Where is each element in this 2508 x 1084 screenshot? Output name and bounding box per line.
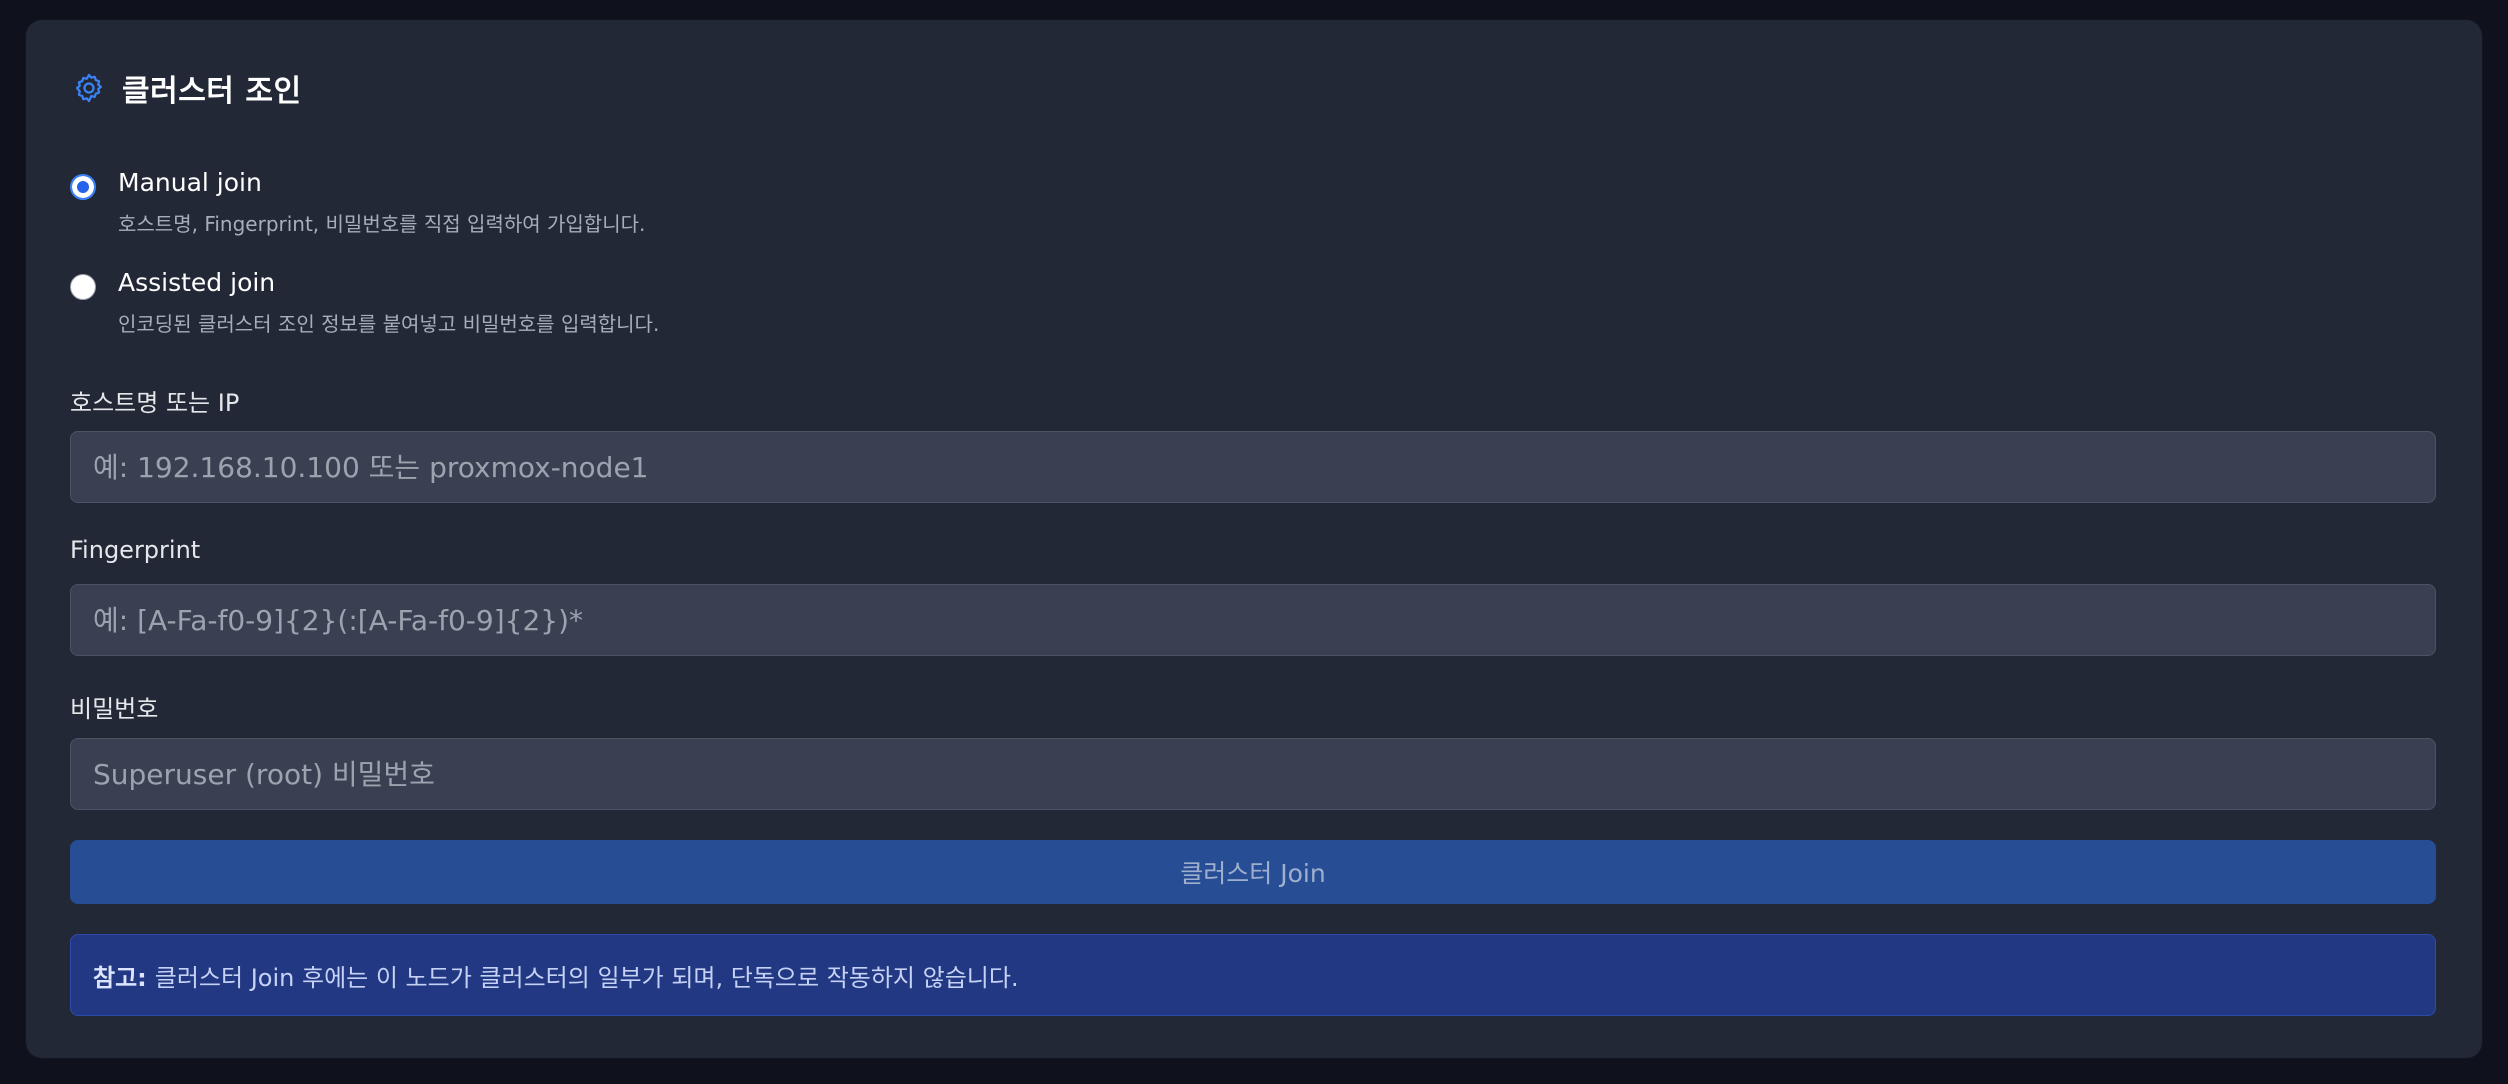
password-input[interactable]: [70, 738, 2436, 810]
cluster-join-button[interactable]: 클러스터 Join: [70, 840, 2436, 904]
manual-join-description: 호스트명, Fingerprint, 비밀번호를 직접 입력하여 가입합니다.: [118, 212, 646, 236]
fingerprint-input[interactable]: [70, 584, 2436, 656]
gear-icon: [70, 69, 108, 107]
note-text: 클러스터 Join 후에는 이 노드가 클러스터의 일부가 되며, 단독으로 작…: [154, 963, 1019, 992]
assisted-join-description: 인코딩된 클러스터 조인 정보를 붙여넣고 비밀번호를 입력합니다.: [118, 312, 660, 336]
assisted-join-radio[interactable]: [70, 274, 96, 300]
manual-join-radio[interactable]: [70, 174, 96, 200]
manual-join-option[interactable]: Manual join 호스트명, Fingerprint, 비밀번호를 직접 …: [70, 164, 645, 238]
note-banner: 참고: 클러스터 Join 후에는 이 노드가 클러스터의 일부가 되며, 단독…: [70, 934, 2436, 1016]
fingerprint-label: Fingerprint: [70, 536, 201, 564]
manual-join-text: Manual join 호스트명, Fingerprint, 비밀번호를 직접 …: [118, 164, 645, 238]
host-input[interactable]: [70, 431, 2436, 503]
assisted-join-text: Assisted join 인코딩된 클러스터 조인 정보를 붙여넣고 비밀번호…: [118, 264, 659, 338]
note-prefix: 참고:: [93, 963, 147, 992]
assisted-join-label: Assisted join: [118, 268, 276, 297]
assisted-join-option[interactable]: Assisted join 인코딩된 클러스터 조인 정보를 붙여넣고 비밀번호…: [70, 264, 659, 338]
page-title: 클러스터 조인: [122, 74, 302, 109]
host-label: 호스트명 또는 IP: [70, 389, 240, 417]
manual-join-label: Manual join: [118, 168, 262, 197]
card-header: 클러스터 조인: [70, 66, 302, 110]
password-label: 비밀번호: [70, 695, 159, 723]
